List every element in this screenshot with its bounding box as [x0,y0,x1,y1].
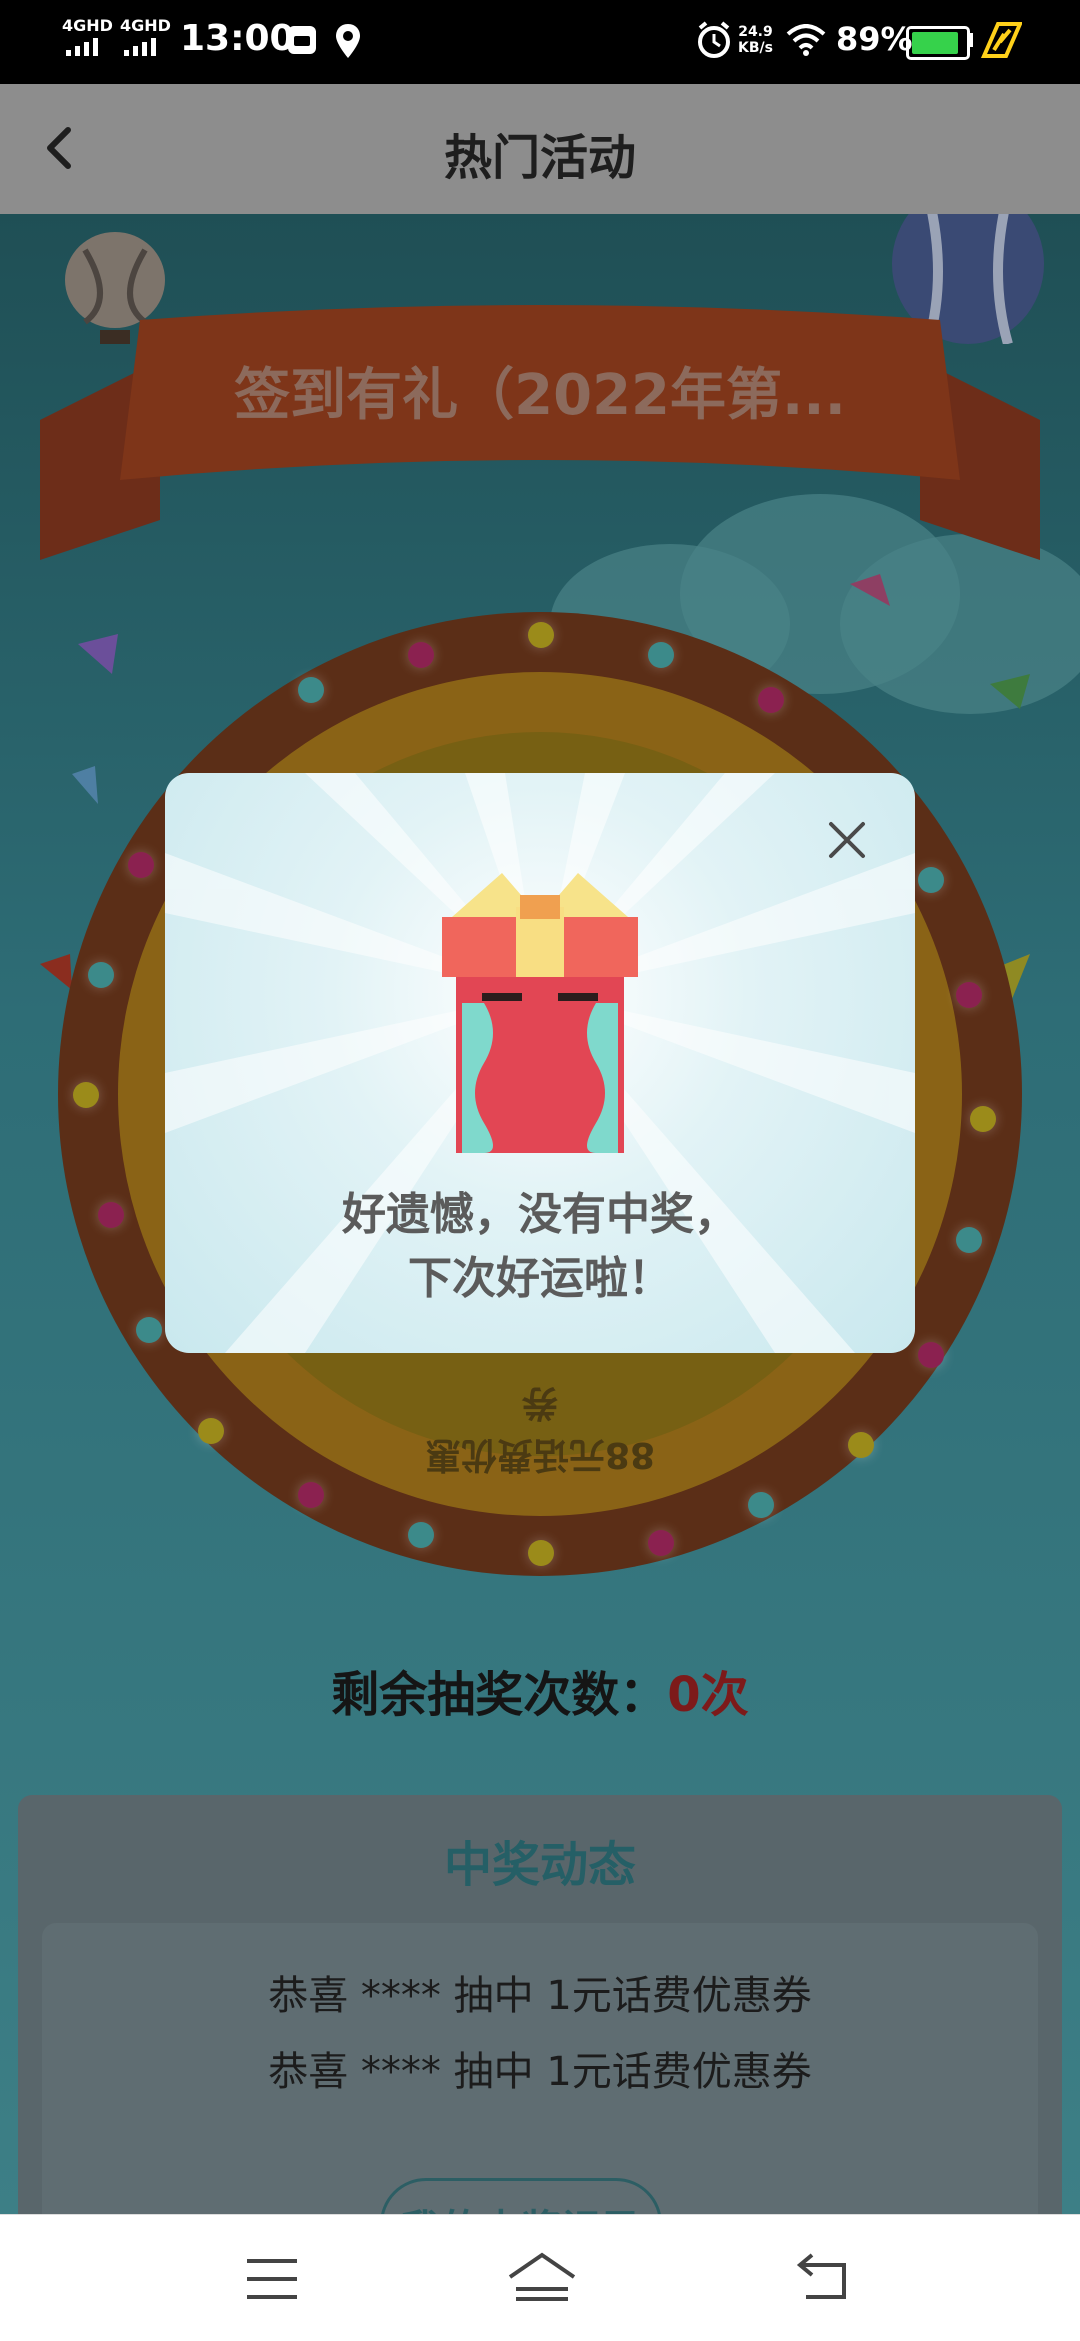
remaining-label: 剩余抽奖次数： [331,1667,668,1723]
result-message-line2: 下次好运啦！ [408,1253,672,1304]
remaining-draws: 剩余抽奖次数：0次 [0,1655,1080,1725]
system-nav-bar [0,2214,1080,2341]
result-message-line1: 好遗憾，没有中奖， [342,1189,738,1240]
page-title: 热门活动 [443,130,636,186]
wheel-light [758,687,784,713]
wheel-light [298,677,324,703]
signal-icon-2 [124,38,156,56]
app-bar: 热门活动 [0,84,1080,216]
network-speed: 24.9 KB/s [738,24,773,56]
wheel-light [528,1540,554,1566]
crying-gift-icon [442,873,638,1153]
result-message: 好遗憾，没有中奖， 下次好运啦！ [165,1183,915,1311]
app-notification-icon [288,26,316,54]
home-icon[interactable] [506,2251,578,2303]
network-label-2: 4GHD [120,16,171,35]
wheel-light [748,1492,774,1518]
wheel-light [136,1317,162,1343]
location-icon [336,24,360,58]
wheel-light [408,642,434,668]
result-dialog: 好遗憾，没有中奖， 下次好运啦！ [165,773,915,1353]
wheel-light [98,1202,124,1228]
remaining-value: 0次 [667,1667,749,1723]
charging-icon [980,22,1022,58]
wheel-light [648,642,674,668]
battery-percent: 89% [836,20,913,58]
wheel-light [198,1418,224,1444]
alarm-icon [698,21,730,58]
wheel-light [73,1082,99,1108]
wheel-light [408,1522,434,1548]
wheel-light [88,962,114,988]
winner-row: 恭喜 **** 抽中 1元话费优惠券 [268,1973,812,2019]
wifi-icon [786,24,826,56]
close-icon[interactable] [825,818,869,862]
wheel-light [970,1106,996,1132]
menu-icon[interactable] [245,2255,301,2303]
wheel-light [648,1530,674,1556]
activity-title: 签到有礼（2022年第... [234,363,846,428]
wheel-light [918,867,944,893]
back-nav-icon[interactable] [796,2251,852,2303]
wheel-light [918,1342,944,1368]
wheel-prize-label: 88元话费优惠券 [424,1382,656,1475]
clock-time: 13:00 [180,18,295,59]
battery-icon [906,26,970,60]
winners-title: 中奖动态 [443,1837,636,1893]
wheel-light [956,1227,982,1253]
wheel-light [956,982,982,1008]
network-label-1: 4GHD [62,16,113,35]
status-bar: 4GHD 4GHD 13:00 24.9 KB/s 89% [0,0,1080,84]
wheel-light [528,622,554,648]
wheel-light [848,1432,874,1458]
wheel-light [298,1482,324,1508]
signal-icon-1 [66,38,98,56]
wheel-light [128,852,154,878]
winner-row: 恭喜 **** 抽中 1元话费优惠券 [268,2049,812,2095]
